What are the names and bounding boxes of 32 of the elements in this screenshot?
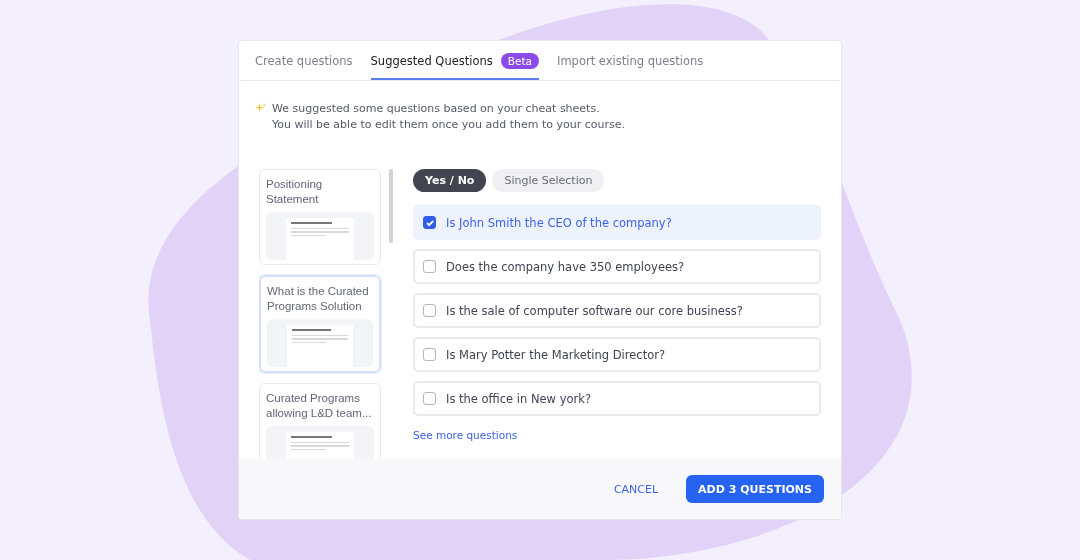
question-text: Is Mary Potter the Marketing Director?: [446, 347, 666, 362]
sheet-title: What is the Curated Programs Solution: [267, 284, 370, 314]
cheat-sheet-card[interactable]: Positioning Statement: [259, 169, 381, 265]
checkbox[interactable]: [423, 260, 436, 273]
question-option[interactable]: Is Mary Potter the Marketing Director?: [413, 337, 821, 372]
sheet-title: Curated Programs allowing L&D team...: [266, 391, 373, 421]
question-type-chip[interactable]: Single Selection: [492, 169, 605, 192]
sparkle-icon: [255, 103, 266, 114]
cancel-button[interactable]: CANCEL: [607, 481, 665, 497]
tab[interactable]: Suggested Questions Beta: [370, 41, 539, 80]
question-option[interactable]: Does the company have 350 employees?: [413, 249, 821, 284]
cheat-sheet-card[interactable]: What is the Curated Programs Solution: [259, 275, 381, 373]
question-text: Is the sale of computer software our core business?: [446, 303, 743, 318]
checkbox[interactable]: [423, 392, 436, 405]
question-text: Is John Smith the CEO of the company?: [446, 215, 672, 230]
checkbox[interactable]: [423, 348, 436, 361]
scrollbar[interactable]: [389, 169, 393, 243]
question-option[interactable]: Is the sale of computer software our core business?: [413, 293, 821, 328]
tab[interactable]: Create questions: [255, 41, 353, 80]
add-questions-button[interactable]: ADD 3 QUESTIONS: [686, 475, 824, 503]
see-more-link[interactable]: See more questions: [413, 429, 518, 441]
tab[interactable]: Import existing questions: [557, 41, 704, 80]
checkbox[interactable]: [423, 216, 436, 229]
intro-text: We suggested some questions based on your cheat sheets. You will be able to edit them once you add them to your course.: [272, 101, 626, 133]
beta-badge: Beta: [500, 53, 539, 69]
question-option[interactable]: Is John Smith the CEO of the company?: [413, 205, 821, 240]
sheet-title: Positioning Statement: [266, 177, 324, 207]
question-type-chip[interactable]: Yes / No: [413, 169, 487, 192]
question-option[interactable]: Is the office in New york?: [413, 381, 821, 416]
checkbox[interactable]: [423, 304, 436, 317]
question-text: Does the company have 350 employees?: [446, 259, 685, 274]
question-text: Is the office in New york?: [446, 391, 591, 406]
